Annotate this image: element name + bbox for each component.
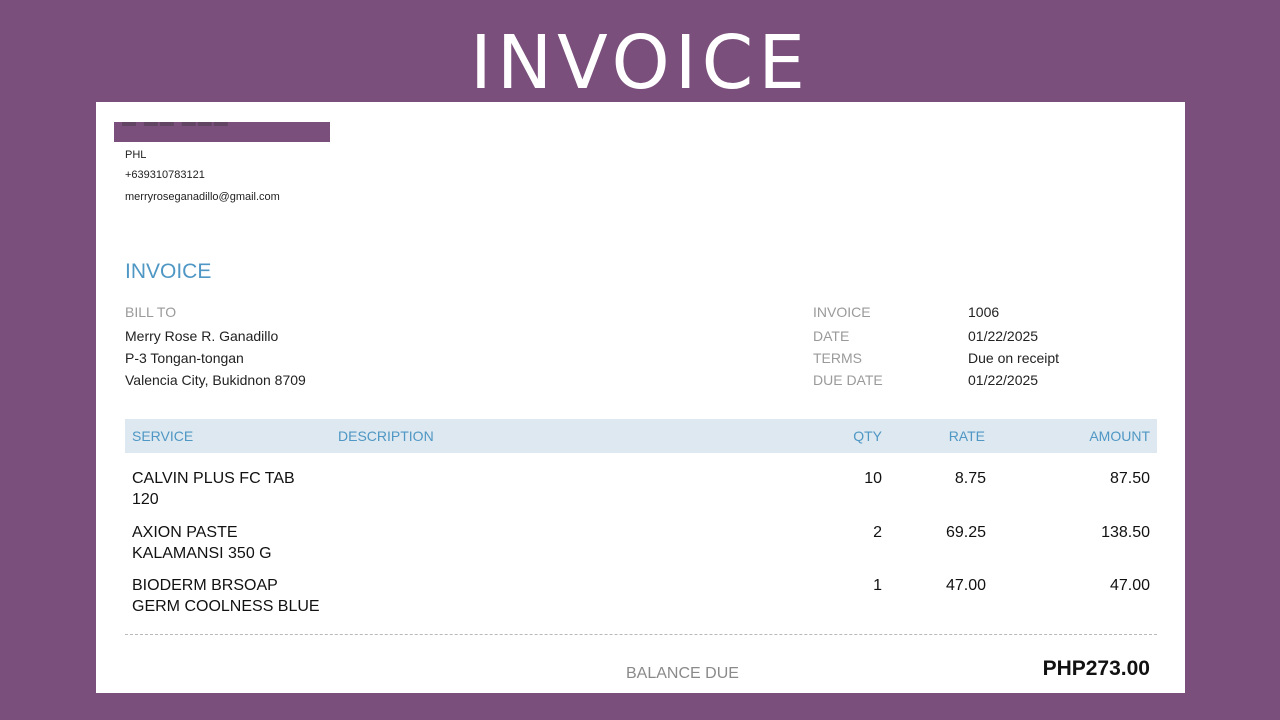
slide-title: INVOICE (470, 20, 810, 106)
total-divider (125, 634, 1157, 635)
row-service: CALVIN PLUS FC TAB 120 (132, 468, 332, 510)
meta-label-date: DATE (813, 328, 850, 344)
bill-to-address2: Valencia City, Bukidnon 8709 (125, 372, 306, 388)
redaction-peek: ▬ ▬▬ ▬▬▬ (122, 122, 230, 129)
invoice-document: ▬ ▬▬ ▬▬▬ PHL +639310783121 merryrosegana… (96, 102, 1185, 693)
header-service: SERVICE (132, 428, 194, 444)
meta-value-date: 01/22/2025 (968, 328, 1039, 344)
row-amount: 47.00 (1109, 577, 1150, 594)
row-amount: 87.50 (1109, 470, 1150, 487)
row-qty: 10 (864, 470, 882, 487)
service-line2: 120 (132, 491, 159, 508)
invoice-heading: INVOICE (125, 260, 212, 283)
table-row: CALVIN PLUS FC TAB 120 10 8.75 87.50 (125, 468, 1157, 518)
meta-label-due-date: DUE DATE (813, 372, 883, 388)
meta-label-terms: TERMS (813, 350, 862, 366)
balance-due-label: BALANCE DUE (626, 665, 739, 682)
header-amount: AMOUNT (1089, 428, 1150, 444)
header-description: DESCRIPTION (338, 428, 434, 444)
meta-value-due-date: 01/22/2025 (968, 372, 1039, 388)
company-email: merryroseganadillo@gmail.com (125, 191, 280, 203)
meta-value-invoice: 1006 (968, 304, 1000, 320)
table-row: BIODERM BRSOAP GERM COOLNESS BLUE 1 47.0… (125, 575, 1157, 625)
bill-to-name: Merry Rose R. Ganadillo (125, 328, 279, 344)
service-line2: KALAMANSI 350 G (132, 545, 272, 562)
row-rate: 69.25 (945, 524, 986, 541)
row-qty: 1 (873, 577, 882, 594)
bill-to-label: BILL TO (125, 304, 177, 320)
service-line2: GERM COOLNESS BLUE (132, 598, 320, 615)
service-line1: BIODERM BRSOAP (132, 577, 278, 594)
items-table-header: SERVICE DESCRIPTION QTY RATE AMOUNT (125, 419, 1157, 453)
header-rate: RATE (948, 428, 985, 444)
row-service: AXION PASTE KALAMANSI 350 G (132, 522, 332, 564)
row-qty: 2 (873, 524, 882, 541)
company-country: PHL (125, 149, 147, 161)
service-line1: CALVIN PLUS FC TAB (132, 470, 295, 487)
service-line1: AXION PASTE (132, 524, 238, 541)
table-row: AXION PASTE KALAMANSI 350 G 2 69.25 138.… (125, 522, 1157, 572)
meta-label-invoice: INVOICE (813, 304, 871, 320)
row-amount: 138.50 (1101, 524, 1150, 541)
balance-due-value: PHP273.00 (1042, 657, 1150, 680)
meta-value-terms: Due on receipt (968, 350, 1060, 366)
row-service: BIODERM BRSOAP GERM COOLNESS BLUE (132, 575, 332, 617)
row-rate: 47.00 (945, 577, 986, 594)
row-rate: 8.75 (954, 470, 986, 487)
bill-to-address1: P-3 Tongan-tongan (125, 350, 244, 366)
redacted-company-name: ▬ ▬▬ ▬▬▬ (114, 122, 330, 142)
header-qty: QTY (853, 428, 882, 444)
company-phone: +639310783121 (125, 169, 205, 181)
